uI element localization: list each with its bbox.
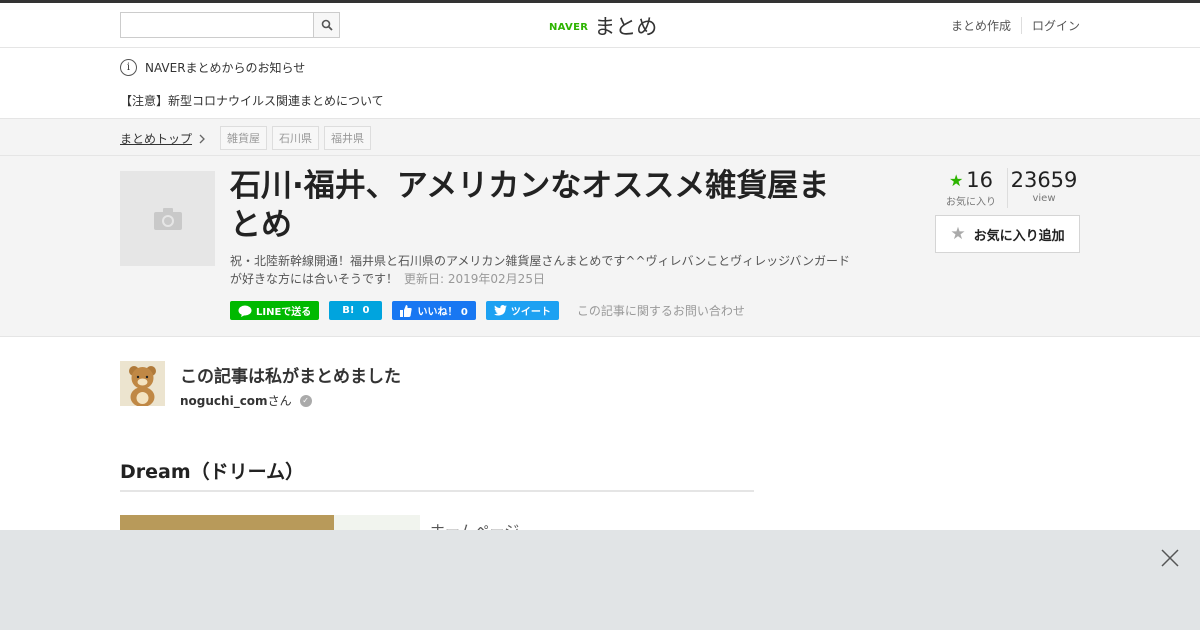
create-matome-link[interactable]: まとめ作成 bbox=[951, 17, 1021, 34]
line-share-button[interactable]: LINEで送る bbox=[230, 301, 320, 320]
breadcrumb-top-link[interactable]: まとめトップ bbox=[120, 130, 206, 147]
star-icon: ★ bbox=[948, 170, 964, 190]
article-thumbnail bbox=[120, 171, 215, 266]
star-icon: ★ bbox=[950, 224, 966, 244]
hatena-icon: B! bbox=[342, 305, 355, 316]
favorites-stat: ★ 16 お気に入り bbox=[935, 168, 1008, 208]
views-label: view bbox=[1032, 193, 1056, 204]
favorites-label: お気に入り bbox=[946, 197, 996, 208]
author-heading: この記事は私がまとめました bbox=[180, 367, 401, 387]
tweet-button[interactable]: ツイート bbox=[485, 301, 559, 320]
tag-item[interactable]: 福井県 bbox=[324, 126, 371, 150]
facebook-like-button[interactable]: いいね！ 0 bbox=[392, 301, 476, 320]
line-icon bbox=[238, 305, 252, 317]
bear-avatar-icon bbox=[120, 361, 165, 406]
ad-overlay bbox=[0, 530, 1200, 630]
camera-icon bbox=[153, 207, 182, 230]
line-share-label: LINEで送る bbox=[256, 307, 312, 318]
search-icon bbox=[321, 19, 333, 31]
hatena-count: 0 bbox=[362, 305, 370, 316]
article-title: 石川·福井、アメリカンなオススメ雑貨屋まとめ bbox=[230, 168, 830, 243]
search-box bbox=[120, 12, 340, 38]
facebook-like-label: いいね！ 0 bbox=[417, 307, 468, 318]
header-links: まとめ作成 ログイン bbox=[951, 17, 1080, 34]
hatena-bookmark-button[interactable]: B! 0 bbox=[329, 301, 383, 320]
site-header: NAVER まとめ まとめ作成 ログイン bbox=[0, 3, 1200, 48]
add-favorite-label: お気に入り追加 bbox=[973, 228, 1065, 244]
share-buttons: LINEで送る B! 0 いいね！ 0 ツイート この記事に関するお問い合わせ bbox=[230, 301, 745, 320]
views-count: 23659 bbox=[1010, 168, 1078, 192]
updated-date: 更新日: 2019年02月25日 bbox=[404, 272, 545, 286]
search-input[interactable] bbox=[120, 12, 314, 38]
article-description: 祝・北陸新幹線開通！福井県と石川県のアメリカン雑貨屋さんまとめです^^ヴィレバン… bbox=[230, 252, 850, 288]
section-heading: Dream（ドリーム） bbox=[120, 457, 754, 492]
author-name-link[interactable]: noguchi_com bbox=[180, 394, 268, 408]
breadcrumb-top-label: まとめトップ bbox=[120, 132, 193, 146]
avatar[interactable] bbox=[120, 361, 165, 406]
author-suffix: さん bbox=[267, 394, 292, 408]
favorites-count: 16 bbox=[966, 168, 994, 192]
search-button[interactable] bbox=[314, 12, 340, 38]
tag-item[interactable]: 石川県 bbox=[272, 126, 319, 150]
close-icon[interactable] bbox=[1160, 548, 1180, 568]
site-logo[interactable]: NAVER まとめ bbox=[549, 11, 657, 41]
verified-icon: ✓ bbox=[299, 394, 312, 407]
breadcrumb: まとめトップ 雑貨屋 石川県 福井県 bbox=[0, 118, 1200, 156]
logo-naver: NAVER bbox=[549, 22, 589, 33]
notice-title-row[interactable]: i NAVERまとめからのお知らせ bbox=[120, 59, 305, 76]
tweet-label: ツイート bbox=[510, 307, 551, 318]
article-header: 石川·福井、アメリカンなオススメ雑貨屋まとめ 祝・北陸新幹線開通！福井県と石川県… bbox=[0, 156, 1200, 337]
add-favorite-button[interactable]: ★ お気に入り追加 bbox=[935, 215, 1080, 253]
tag-list: 雑貨屋 石川県 福井県 bbox=[220, 126, 376, 150]
notice-area: i NAVERまとめからのお知らせ 【注意】新型コロナウイルス関連まとめについて bbox=[0, 48, 1200, 118]
views-stat: 23659 view bbox=[1008, 168, 1080, 208]
info-icon: i bbox=[120, 59, 137, 76]
login-link[interactable]: ログイン bbox=[1020, 17, 1080, 34]
logo-matome: まとめ bbox=[594, 15, 658, 39]
chevron-right-icon bbox=[199, 134, 205, 143]
notice-title: NAVERまとめからのお知らせ bbox=[145, 61, 306, 75]
notice-message-link[interactable]: 【注意】新型コロナウイルス関連まとめについて bbox=[120, 92, 384, 109]
contact-link[interactable]: この記事に関するお問い合わせ bbox=[577, 302, 745, 319]
tag-item[interactable]: 雑貨屋 bbox=[220, 126, 267, 150]
twitter-bird-icon bbox=[493, 305, 507, 316]
author-name-row: noguchi_com さん ✓ bbox=[180, 392, 312, 409]
author-section: この記事は私がまとめました noguchi_com さん ✓ bbox=[0, 337, 1200, 452]
thumbs-up-icon bbox=[400, 304, 413, 317]
article-stats: ★ 16 お気に入り 23659 view bbox=[935, 168, 1080, 208]
